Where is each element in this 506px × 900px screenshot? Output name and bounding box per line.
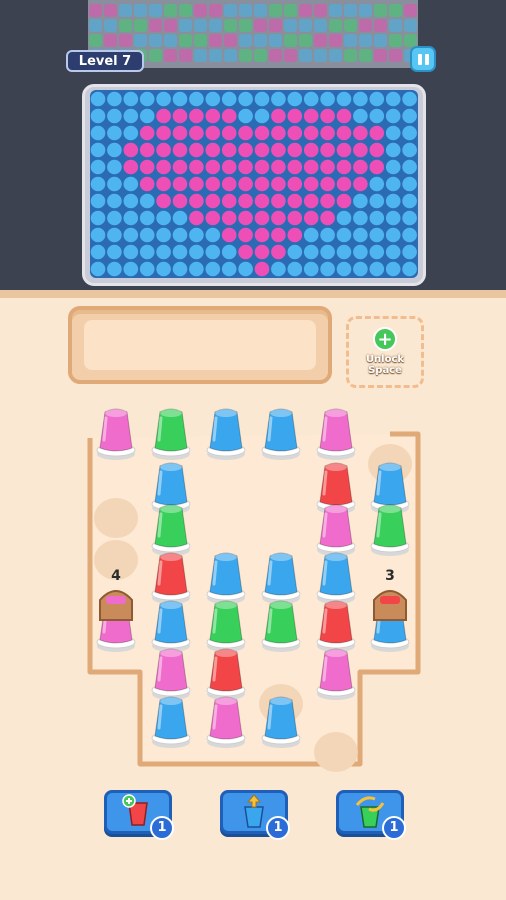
- left-marker: [98, 580, 134, 622]
- green-cup[interactable]: [261, 596, 301, 660]
- pink-cup[interactable]: [206, 692, 246, 756]
- blue-cup[interactable]: [261, 404, 301, 468]
- empty-slot[interactable]: [314, 732, 358, 772]
- blue-cup[interactable]: [261, 692, 301, 756]
- blue-cup[interactable]: [206, 404, 246, 468]
- right-marker-count: 3: [385, 568, 395, 584]
- pink-cup[interactable]: [96, 404, 136, 468]
- blue-cup[interactable]: [151, 692, 191, 756]
- empty-slot[interactable]: [94, 498, 138, 538]
- right-marker: [372, 580, 408, 622]
- left-marker-count: 4: [111, 568, 121, 584]
- add-cup-booster-count: 1: [150, 816, 174, 840]
- green-cup[interactable]: [370, 500, 410, 564]
- shuffle-cup-booster-count: 1: [382, 816, 406, 840]
- cup-board-outline: [87, 431, 421, 767]
- pink-cup[interactable]: [316, 644, 356, 708]
- lift-cup-booster-count: 1: [266, 816, 290, 840]
